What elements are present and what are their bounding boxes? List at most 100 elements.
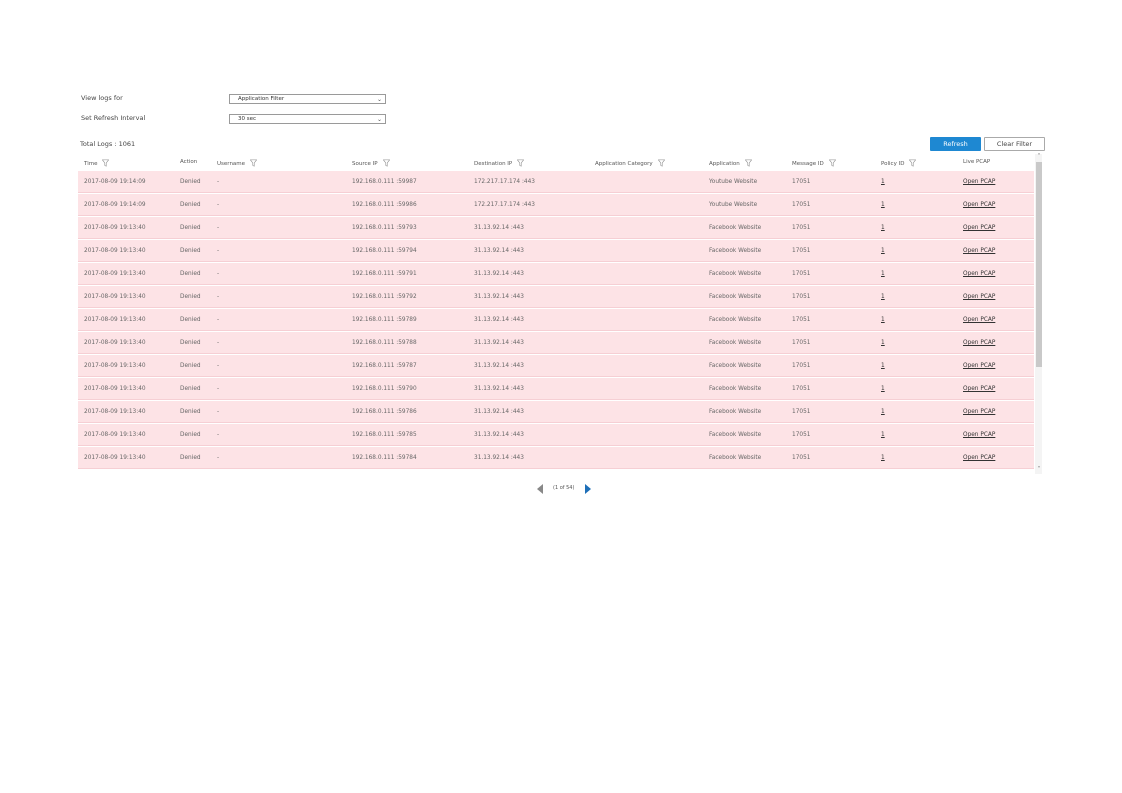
cell-application: Facebook Website [709,363,762,369]
cell-time: 2017-08-09 19:13:40 [84,294,146,300]
cell-action: Denied [180,317,201,323]
filter-icon[interactable] [102,159,110,167]
cell-live-pcap[interactable]: Open PCAP [963,179,995,185]
table-row[interactable]: 2017-08-09 19:13:40 Denied - 192.168.0.111 … [78,447,1034,469]
cell-action: Denied [180,409,201,415]
cell-time: 2017-08-09 19:13:40 [84,455,146,461]
cell-action: Denied [180,294,201,300]
pagination: (1 of 54) [0,482,1122,496]
refresh-interval-label: Set Refresh Interval [81,114,146,122]
table-row[interactable]: 2017-08-09 19:13:40 Denied - 192.168.0.111 … [78,424,1034,446]
filter-icon[interactable] [909,159,917,167]
cell-policy-id[interactable]: 1 [881,271,885,277]
column-header-label: Time [84,161,98,167]
cell-destination-ip: 31.13.92.14 :443 [474,271,524,277]
cell-username: - [217,202,220,208]
cell-live-pcap[interactable]: Open PCAP [963,271,995,277]
cell-live-pcap[interactable]: Open PCAP [963,432,995,438]
table-row[interactable]: 2017-08-09 19:13:40 Denied - 192.168.0.111 … [78,332,1034,354]
next-page-icon[interactable] [585,484,591,494]
cell-application: Facebook Website [709,340,762,346]
table-row[interactable]: 2017-08-09 19:13:40 Denied - 192.168.0.111 … [78,401,1034,423]
table-row[interactable]: 2017-08-09 19:13:40 Denied - 192.168.0.111 … [78,240,1034,262]
cell-policy-id[interactable]: 1 [881,225,885,231]
refresh-interval-select[interactable]: 30 sec ⌄ [229,114,386,124]
column-header-policy-id: Policy ID [881,159,917,167]
scroll-down-icon[interactable]: ˅ [1036,466,1042,473]
cell-source-ip: 192.168.0.111 :59786 [352,409,417,415]
cell-policy-id[interactable]: 1 [881,294,885,300]
cell-username: - [217,455,220,461]
table-row[interactable]: 2017-08-09 19:13:40 Denied - 192.168.0.111 … [78,378,1034,400]
cell-policy-id[interactable]: 1 [881,340,885,346]
cell-action: Denied [180,271,201,277]
scroll-up-icon[interactable]: ˄ [1036,153,1042,160]
previous-page-icon[interactable] [537,484,543,494]
cell-live-pcap[interactable]: Open PCAP [963,225,995,231]
refresh-interval-value: 30 sec [238,116,257,122]
cell-message-id: 17051 [792,248,811,254]
table-row[interactable]: 2017-08-09 19:13:40 Denied - 192.168.0.111 … [78,217,1034,239]
cell-live-pcap[interactable]: Open PCAP [963,202,995,208]
cell-message-id: 17051 [792,179,811,185]
filter-icon[interactable] [657,159,665,167]
view-logs-select[interactable]: Application Filter ⌄ [229,94,386,104]
filter-icon[interactable] [250,159,258,167]
table-row[interactable]: 2017-08-09 19:14:09 Denied - 192.168.0.111 … [78,194,1034,216]
cell-source-ip: 192.168.0.111 :59794 [352,248,417,254]
cell-application: Facebook Website [709,271,762,277]
cell-policy-id[interactable]: 1 [881,455,885,461]
cell-message-id: 17051 [792,340,811,346]
clear-filter-button[interactable]: Clear Filter [984,137,1045,151]
column-header-application-category: Application Category [595,159,665,167]
cell-application: Facebook Website [709,455,762,461]
cell-policy-id[interactable]: 1 [881,248,885,254]
cell-policy-id[interactable]: 1 [881,409,885,415]
cell-application: Facebook Website [709,409,762,415]
column-header-destination-ip: Destination IP [474,159,525,167]
table-row[interactable]: 2017-08-09 19:13:40 Denied - 192.168.0.111 … [78,286,1034,308]
cell-time: 2017-08-09 19:14:09 [84,179,146,185]
column-header-source-ip: Source IP [352,159,390,167]
cell-destination-ip: 31.13.92.14 :443 [474,317,524,323]
cell-source-ip: 192.168.0.111 :59787 [352,363,417,369]
cell-time: 2017-08-09 19:13:40 [84,363,146,369]
cell-live-pcap[interactable]: Open PCAP [963,409,995,415]
cell-policy-id[interactable]: 1 [881,363,885,369]
cell-policy-id[interactable]: 1 [881,179,885,185]
log-table: 2017-08-09 19:14:09 Denied - 192.168.0.111 … [78,171,1034,474]
table-header: Time Action Username Source IP Destination I… [78,154,1034,170]
cell-policy-id[interactable]: 1 [881,202,885,208]
filter-icon[interactable] [382,159,390,167]
cell-message-id: 17051 [792,294,811,300]
cell-policy-id[interactable]: 1 [881,386,885,392]
table-row[interactable]: 2017-08-09 19:14:09 Denied - 192.168.0.111 … [78,171,1034,193]
cell-policy-id[interactable]: 1 [881,317,885,323]
filter-icon[interactable] [828,159,836,167]
cell-destination-ip: 31.13.92.14 :443 [474,248,524,254]
table-row[interactable]: 2017-08-09 19:13:40 Denied - 192.168.0.111 … [78,355,1034,377]
cell-live-pcap[interactable]: Open PCAP [963,317,995,323]
cell-live-pcap[interactable]: Open PCAP [963,340,995,346]
cell-live-pcap[interactable]: Open PCAP [963,386,995,392]
chevron-down-icon: ⌄ [376,96,382,103]
cell-policy-id[interactable]: 1 [881,432,885,438]
refresh-button[interactable]: Refresh [930,137,981,151]
cell-live-pcap[interactable]: Open PCAP [963,455,995,461]
filter-icon[interactable] [517,159,525,167]
cell-username: - [217,271,220,277]
table-row[interactable]: 2017-08-09 19:13:40 Denied - 192.168.0.111 … [78,309,1034,331]
cell-live-pcap[interactable]: Open PCAP [963,363,995,369]
cell-application: Facebook Website [709,317,762,323]
cell-username: - [217,317,220,323]
cell-username: - [217,294,220,300]
scrollbar-thumb[interactable] [1036,162,1042,367]
cell-application: Facebook Website [709,432,762,438]
table-row[interactable]: 2017-08-09 19:13:40 Denied - 192.168.0.111 … [78,263,1034,285]
cell-live-pcap[interactable]: Open PCAP [963,294,995,300]
cell-source-ip: 192.168.0.111 :59791 [352,271,417,277]
cell-destination-ip: 31.13.92.14 :443 [474,225,524,231]
cell-live-pcap[interactable]: Open PCAP [963,248,995,254]
filter-icon[interactable] [744,159,752,167]
cell-destination-ip: 31.13.92.14 :443 [474,409,524,415]
